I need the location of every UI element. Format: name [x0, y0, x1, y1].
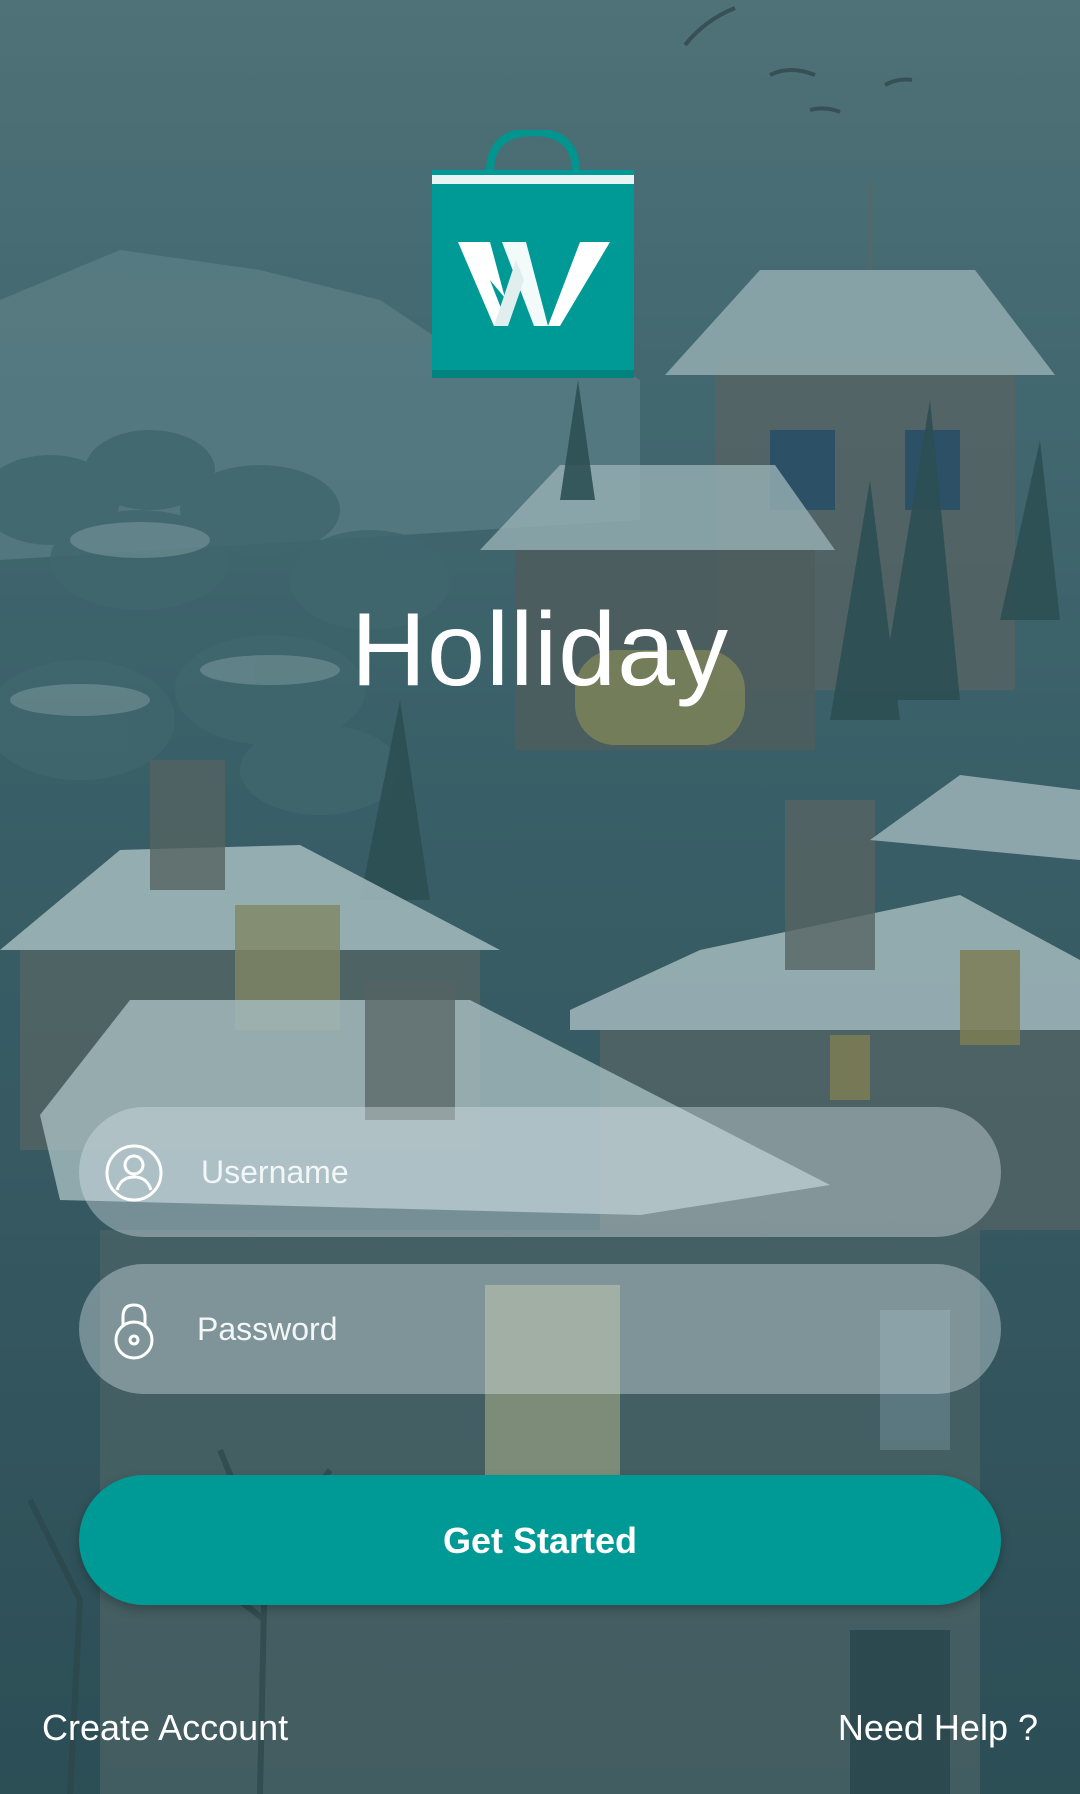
- username-input[interactable]: [197, 1107, 961, 1237]
- user-circle-icon: [105, 1144, 163, 1202]
- create-account-link[interactable]: Create Account: [42, 1704, 288, 1752]
- app-title: Holliday: [351, 592, 729, 708]
- need-help-link[interactable]: Need Help ?: [838, 1704, 1038, 1752]
- password-field[interactable]: [79, 1264, 1001, 1394]
- lock-icon: [114, 1303, 154, 1360]
- get-started-button[interactable]: Get Started: [79, 1475, 1001, 1605]
- password-input[interactable]: [193, 1264, 957, 1394]
- login-screen: Holliday Get Started Create Account Need…: [0, 0, 1080, 1794]
- shopping-bag-logo-icon: [432, 130, 634, 378]
- username-field[interactable]: [79, 1107, 1001, 1237]
